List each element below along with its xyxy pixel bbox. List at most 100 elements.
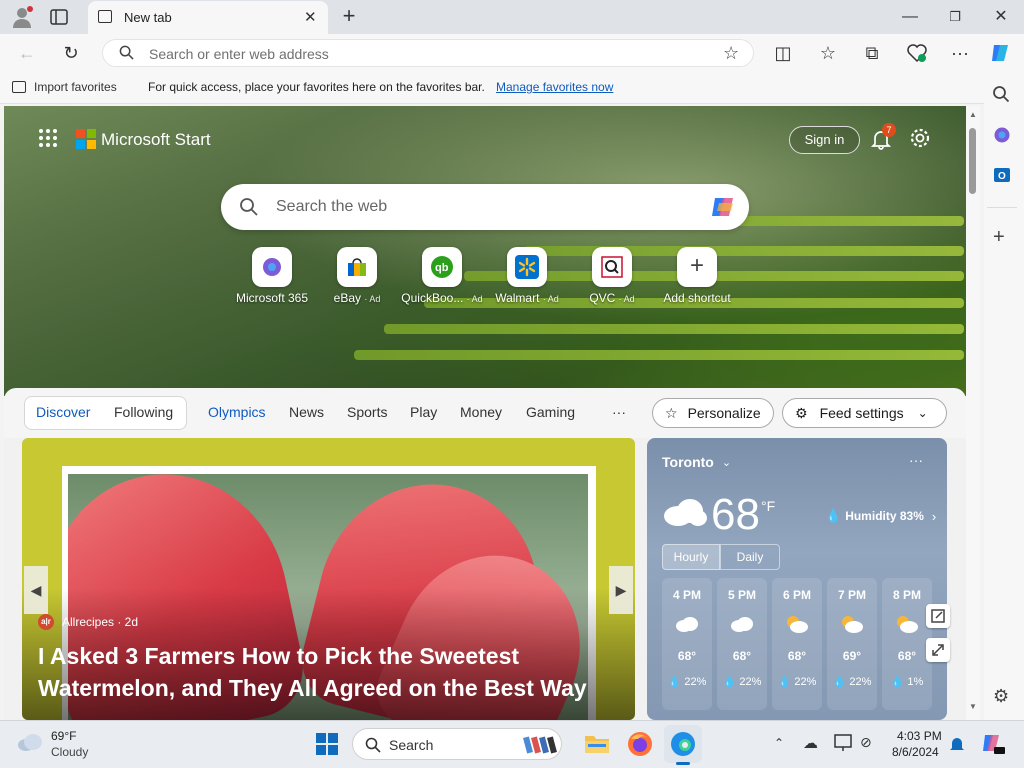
scrollbar-thumb[interactable] [969,128,976,194]
file-explorer-icon[interactable] [584,731,610,755]
tab-olympics[interactable]: Olympics [208,404,266,420]
outlook-icon[interactable]: O [993,166,1011,184]
close-tab-icon[interactable]: ✕ [304,8,317,26]
windows-start-icon[interactable] [316,733,338,755]
forecast-temperature: 68° [787,649,807,663]
walmart-icon [507,247,547,287]
more-tabs-button[interactable]: ··· [612,404,626,420]
svg-text:O: O [998,171,1006,182]
notification-bell-icon[interactable] [949,735,965,753]
hourly-forecast-item[interactable]: 7 PM 69° 💧 22% [827,578,877,710]
hourly-forecast-item[interactable]: 4 PM 68° 💧 22% [662,578,712,710]
web-search-placeholder: Search the web [276,198,388,215]
page-content: Microsoft Start Sign in 7 Search the web… [4,106,966,720]
back-arrow-icon[interactable]: ← [16,42,38,64]
copilot-sidebar-icon[interactable] [993,126,1011,144]
open-weather-button[interactable] [926,604,950,628]
profile-icon[interactable] [10,5,34,29]
tab-sports[interactable]: Sports [347,404,387,420]
daily-tab[interactable]: Daily [720,544,780,570]
network-icon[interactable]: ⊘ [860,734,872,751]
featured-article-card[interactable]: ◀ ▶ a|r Allrecipes · 2d I Asked 3 Farmer… [22,438,635,720]
tab-news[interactable]: News [289,404,324,420]
shortcut-ebay[interactable]: eBay · Ad [312,247,402,305]
microsoft-start-title[interactable]: Microsoft Start [101,130,211,150]
close-window-button[interactable]: ✕ [986,6,1016,28]
import-favorites-button[interactable]: Import favorites [12,80,117,94]
add-favorite-star-icon[interactable]: ☆ [723,43,739,64]
favorites-icon[interactable]: ☆ [817,42,839,64]
add-shortcut-button[interactable]: + Add shortcut [652,247,742,305]
copilot-icon[interactable] [988,41,1014,65]
forecast-temperature: 69° [842,649,862,663]
address-bar[interactable]: Search or enter web address ☆ [102,39,754,67]
personalize-star-icon: ☆ [665,404,678,421]
minimize-button[interactable]: — [895,6,925,28]
weather-card[interactable]: Toronto ⌄ ··· 68 °F 💧 Humidity 83% › Hou… [647,438,947,720]
article-headline[interactable]: I Asked 3 Farmers How to Pick the Sweete… [38,640,618,704]
tab-actions-icon[interactable] [50,8,68,26]
open-external-icon [931,609,945,623]
taskbar-weather-desc[interactable]: Cloudy [51,745,88,759]
hourly-tab[interactable]: Hourly [662,544,720,570]
firefox-icon[interactable] [627,731,653,757]
browser-essentials-icon[interactable] [906,43,928,63]
carousel-prev-button[interactable]: ◀ [24,566,48,614]
cloudy-icon [731,617,753,632]
expand-weather-button[interactable] [926,638,950,662]
taskbar-weather-temp[interactable]: 69°F [51,729,76,743]
copilot-preview-icon[interactable] [980,732,1006,756]
sidebar-settings-icon[interactable]: ⚙ [993,686,1009,707]
shortcut-quickbooks[interactable]: qb QuickBoo... · Ad [397,247,487,305]
split-screen-icon[interactable]: ◫ [772,42,794,64]
add-sidebar-app-icon[interactable]: + [993,226,1005,249]
personalize-button[interactable]: ☆ Personalize [652,398,774,428]
carousel-next-button[interactable]: ▶ [609,566,633,614]
onedrive-icon[interactable]: ☁ [803,734,818,752]
page-settings-gear-icon[interactable] [909,127,931,149]
humidity-link[interactable]: 💧 Humidity 83% › [825,508,936,524]
browser-tab[interactable]: New tab ✕ [88,1,328,34]
notification-count-badge: 7 [882,123,896,137]
hourly-forecast-item[interactable]: 5 PM 68° 💧 22% [717,578,767,710]
collections-icon[interactable]: ⧉ [861,42,883,64]
taskbar-search-box[interactable]: Search [352,728,562,760]
shortcut-microsoft-365[interactable]: Microsoft 365 [227,247,317,305]
show-hidden-icons-chevron-icon[interactable]: ⌃ [774,736,784,750]
tab-money[interactable]: Money [460,404,502,420]
hourly-forecast-item[interactable]: 8 PM 68° 💧 1% [882,578,932,710]
tab-following[interactable]: Following [114,404,173,420]
app-launcher-icon[interactable] [38,128,58,148]
weather-location-selector[interactable]: Toronto ⌄ [662,454,731,470]
temperature-unit[interactable]: °F [761,498,775,514]
tab-gaming[interactable]: Gaming [526,404,575,420]
feed-settings-button[interactable]: ⚙ Feed settings ⌄ [782,398,947,428]
hourly-forecast-item[interactable]: 6 PM 68° 💧 22% [772,578,822,710]
tab-discover[interactable]: Discover [36,404,90,420]
shortcut-walmart[interactable]: Walmart · Ad [482,247,572,305]
tab-play[interactable]: Play [410,404,437,420]
page-scrollbar[interactable]: ▲ ▼ [966,106,980,720]
weather-more-button[interactable]: ··· [909,452,923,468]
taskbar-date[interactable]: 8/6/2024 [892,745,939,759]
scroll-up-arrow-icon[interactable]: ▲ [969,110,977,119]
refresh-icon[interactable]: ↻ [60,42,82,64]
shortcut-qvc[interactable]: QVC · Ad [567,247,657,305]
article-source[interactable]: Allrecipes · 2d [62,615,138,629]
new-tab-button[interactable]: + [339,5,359,27]
copilot-search-icon[interactable] [709,195,739,219]
scroll-down-arrow-icon[interactable]: ▼ [969,702,977,711]
partly-sunny-icon [897,616,918,633]
address-placeholder: Search or enter web address [149,46,329,62]
forecast-temperature: 68° [897,649,917,663]
taskbar-cloudy-icon[interactable] [16,731,44,753]
display-icon[interactable] [834,734,854,752]
manage-favorites-link[interactable]: Manage favorites now [496,80,613,94]
settings-more-icon[interactable]: ··· [949,42,971,64]
sign-in-button[interactable]: Sign in [789,126,860,154]
web-search-box[interactable]: Search the web [221,184,749,230]
edge-browser-icon[interactable] [670,731,696,757]
taskbar-time[interactable]: 4:03 PM [897,729,942,743]
restore-button[interactable]: ❐ [940,6,970,28]
sidebar-search-icon[interactable] [992,85,1010,103]
